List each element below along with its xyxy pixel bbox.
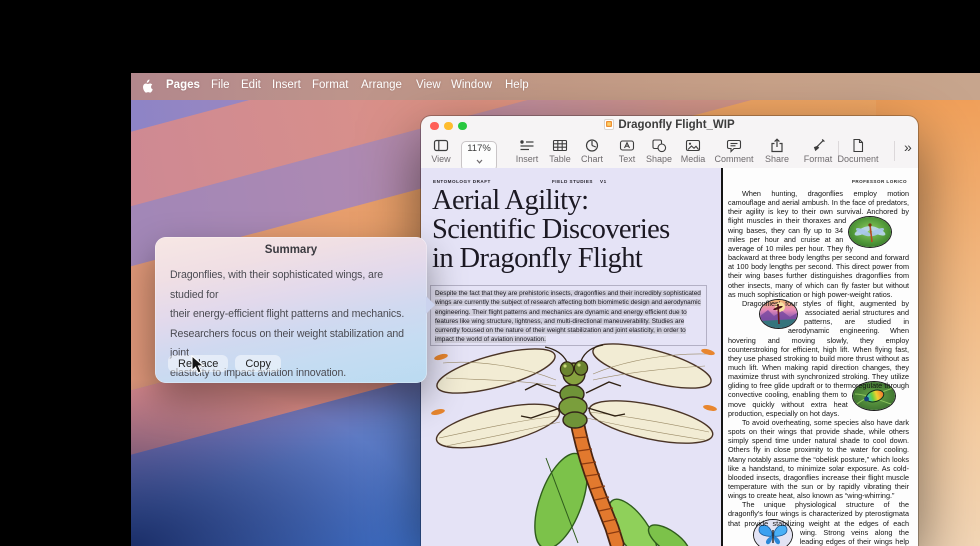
byline: PROFESSOR LORICO — [852, 179, 907, 184]
apple-logo-icon[interactable] — [141, 79, 154, 94]
toolbar-separator — [894, 141, 895, 161]
article-title[interactable]: Aerial Agility: Scientific Discoveries i… — [432, 186, 670, 273]
sidebar-view-icon — [433, 138, 449, 153]
menu-item-view[interactable]: View — [416, 79, 441, 91]
document-page-left[interactable]: ENTOMOLOGY DRAFT FIELD STUDIES V1 Aerial… — [421, 168, 721, 546]
toolbar-overflow-button[interactable]: » — [904, 139, 912, 155]
copy-button[interactable]: Copy — [235, 355, 281, 372]
menu-bar: Pages File Edit Insert Format Arrange Vi… — [131, 73, 980, 100]
dragonfly-photo-oval[interactable] — [849, 217, 891, 247]
paragraph[interactable]: To avoid overheating, some species also … — [728, 418, 909, 500]
pages-window: Dragonfly Flight_WIP View 117% Zoom Inse… — [421, 116, 918, 546]
menu-item-format[interactable]: Format — [312, 79, 348, 91]
dragonfly-illustration[interactable] — [421, 338, 721, 546]
toolbar-document-button[interactable]: Document — [828, 138, 888, 164]
chevron-down-icon — [476, 154, 483, 169]
menu-item-window[interactable]: Window — [451, 79, 492, 91]
mouse-cursor — [191, 355, 205, 375]
selected-text[interactable]: Despite the fact that they are prehistor… — [435, 290, 701, 343]
menu-item-arrange[interactable]: Arrange — [361, 79, 402, 91]
menu-item-insert[interactable]: Insert — [272, 79, 301, 91]
document-canvas: ENTOMOLOGY DRAFT FIELD STUDIES V1 Aerial… — [421, 168, 918, 546]
media-icon — [685, 138, 701, 153]
format-brush-icon — [810, 138, 826, 153]
menu-item-file[interactable]: File — [211, 79, 230, 91]
document-page-right[interactable]: PROFESSOR LORICO When hunting, dragonfli… — [723, 168, 918, 546]
body-text-column[interactable]: When hunting, dragonflies employ motion … — [728, 189, 909, 546]
kicker-center: FIELD STUDIES — [552, 179, 593, 184]
comment-icon — [726, 138, 742, 153]
popup-title: Summary — [155, 244, 427, 256]
share-icon — [769, 138, 785, 153]
pages-document-icon — [604, 119, 614, 130]
selected-paragraph-box[interactable]: Despite the fact that they are prehistor… — [430, 285, 707, 346]
kicker-left: ENTOMOLOGY DRAFT — [433, 179, 491, 184]
desktop: { "menubar": { "items": ["Pages", "File"… — [0, 0, 980, 546]
title-bar[interactable]: Dragonfly Flight_WIP — [421, 116, 918, 136]
menu-item-help[interactable]: Help — [505, 79, 529, 91]
kicker-right: V1 — [600, 179, 607, 184]
paragraph[interactable]: The unique physiological structure of th… — [728, 500, 909, 546]
window-title: Dragonfly Flight_WIP — [421, 119, 918, 131]
menu-item-pages[interactable]: Pages — [166, 79, 200, 91]
document-icon — [850, 138, 866, 153]
popup-arrow — [426, 296, 435, 314]
toolbar: View 117% Zoom Insert Table Chart Text S… — [421, 136, 918, 169]
paragraph[interactable]: Dragonflies’ four styles of flight, augm… — [728, 299, 909, 418]
paragraph[interactable]: When hunting, dragonflies employ motion … — [728, 189, 909, 299]
menu-item-edit[interactable]: Edit — [241, 79, 261, 91]
